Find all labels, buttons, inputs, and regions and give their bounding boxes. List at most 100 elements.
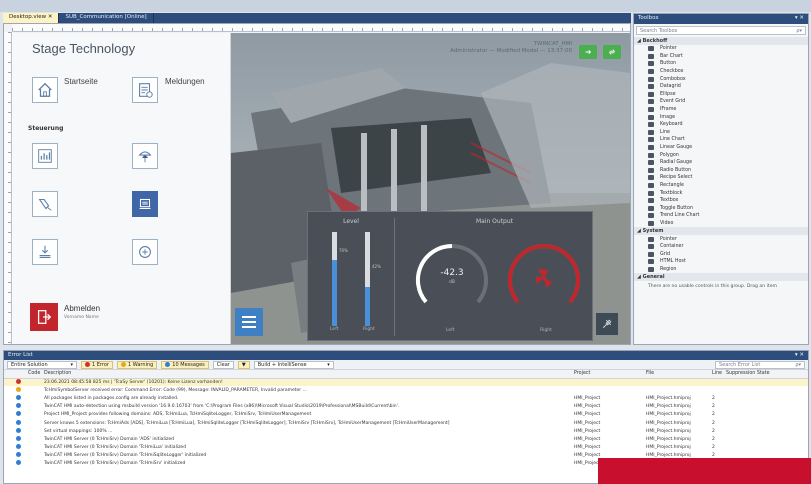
home-icon[interactable] <box>32 77 58 103</box>
toolbox-item-label: Toggle Button <box>660 205 694 211</box>
control-icon <box>648 145 654 151</box>
warnings-count: 1 Warning <box>127 361 154 368</box>
nav-label-startseite[interactable]: Startseite <box>64 77 98 86</box>
nav-label-meldungen[interactable]: Meldungen <box>165 77 205 86</box>
error-list-search-input[interactable]: Search Error List ρ▾ <box>715 360 805 369</box>
warnings-filter-button[interactable]: 1 Warning <box>116 360 158 369</box>
cell-code <box>26 444 42 452</box>
error-icon <box>85 362 90 367</box>
toolbox-item[interactable]: Recipe Select <box>634 174 808 182</box>
table-row[interactable]: TcHmiSymbolServer received error: Comman… <box>4 386 808 394</box>
toolbox-item[interactable]: Video <box>634 220 808 228</box>
toolbox-window-controls[interactable]: ▾ ✕ <box>795 15 804 23</box>
toolbox-item[interactable]: Bar Chart <box>634 53 808 61</box>
hamburger-menu-button[interactable] <box>235 308 263 336</box>
toolbox-item[interactable]: Checkbox <box>634 68 808 76</box>
level-value-left: 70% <box>339 248 348 253</box>
toolbox-item[interactable]: Button <box>634 60 808 68</box>
stage-machinery-icon[interactable] <box>132 191 158 217</box>
warning-icon <box>16 386 21 392</box>
toolbox-item-label: Line Chart <box>660 137 685 143</box>
error-list-window-controls[interactable]: ▾ ✕ <box>795 352 804 359</box>
section-label-steuerung: Steuerung <box>28 125 64 132</box>
sync-button[interactable] <box>603 45 621 59</box>
toolbox-item-label: Video <box>660 220 674 226</box>
control-icon <box>648 167 654 173</box>
toolbox-item[interactable]: Grid <box>634 250 808 258</box>
row-type-cell <box>4 435 26 443</box>
table-row[interactable]: All packages listed in packages.config a… <box>4 394 808 402</box>
toolbox-item[interactable]: Radio Button <box>634 167 808 175</box>
column-header[interactable]: File <box>644 370 710 379</box>
toolbox-item[interactable]: Container <box>634 243 808 251</box>
table-row[interactable]: 23.06.2021 08:45:58 825 ms | 'TcaSy Serv… <box>4 378 808 387</box>
column-header[interactable] <box>4 370 26 379</box>
toolbox-item[interactable]: IFrame <box>634 106 808 114</box>
level-bar-right[interactable] <box>365 232 370 326</box>
toolbox-item[interactable]: Linear Gauge <box>634 144 808 152</box>
toolbox-group-header[interactable]: ◢ System <box>634 227 808 236</box>
toolbox-search-input[interactable]: Search Toolbox ρ▾ <box>636 26 806 35</box>
errors-filter-button[interactable]: 1 Error <box>81 360 113 369</box>
toolbox-item[interactable]: Keyboard <box>634 121 808 129</box>
table-row[interactable]: Project HMI_Project provides following d… <box>4 411 808 419</box>
filter-icon[interactable]: ▼ <box>237 360 250 369</box>
toolbox-item[interactable]: Region <box>634 266 808 274</box>
scope-dropdown[interactable]: Entire Solution ▾ <box>7 360 77 369</box>
toolbox-item[interactable]: Ellipse <box>634 91 808 99</box>
toolbox-item[interactable]: Line Chart <box>634 136 808 144</box>
toolbox-item[interactable]: Combobox <box>634 75 808 83</box>
lift-icon[interactable] <box>32 239 58 265</box>
row-type-cell <box>4 411 26 419</box>
toolbox-item[interactable]: Event Grid <box>634 98 808 106</box>
audio-icon[interactable] <box>132 239 158 265</box>
table-row[interactable]: Set virtual mappings: 100% ... HMI_Projec… <box>4 427 808 435</box>
tab-desktop-view[interactable]: Desktop.view ✕ <box>3 13 60 23</box>
toolbox-item[interactable]: Polygon <box>634 151 808 159</box>
toolbox-item[interactable]: Datagrid <box>634 83 808 91</box>
toolbox-item[interactable]: Pointer <box>634 235 808 243</box>
control-icon <box>648 182 654 188</box>
messages-icon[interactable] <box>132 77 158 103</box>
messages-filter-button[interactable]: 10 Messages <box>161 360 209 369</box>
control-icon <box>648 137 654 143</box>
column-header[interactable]: Code <box>26 370 42 379</box>
column-header[interactable]: Line <box>710 370 724 379</box>
build-filter-dropdown[interactable]: Build + IntelliSense ▾ <box>253 360 334 369</box>
column-header[interactable]: Description <box>42 370 572 379</box>
toolbox-item[interactable]: Radial Gauge <box>634 159 808 167</box>
info-icon <box>16 435 21 441</box>
table-row[interactable]: TwinCAT HMI auto-detection using msbuild… <box>4 403 808 411</box>
toolbox-group-header[interactable]: ◢ Beckhoff <box>634 37 808 45</box>
table-row[interactable]: TwinCAT HMI Server (0 TcHmiSrv) Domain '… <box>4 444 808 452</box>
light-fixture-icon[interactable] <box>32 191 58 217</box>
left-gauge-unit: dB <box>449 280 455 285</box>
connect-button[interactable] <box>579 45 597 59</box>
clear-button[interactable]: Clear <box>212 360 234 369</box>
level-bar-left[interactable] <box>332 232 337 326</box>
spotlight-icon[interactable] <box>132 143 158 169</box>
logout-icon[interactable] <box>30 303 58 331</box>
tools-icon[interactable] <box>596 313 618 335</box>
toolbox-group-header[interactable]: ◢ General <box>634 273 808 282</box>
table-row[interactable]: Server knows 5 extensions: TcHmiAds [ADS… <box>4 419 808 427</box>
table-row[interactable]: TwinCAT HMI Server (0 TcHmiSrv) Domain '… <box>4 435 808 443</box>
link-icon <box>585 50 592 54</box>
toolbox-item[interactable]: Line <box>634 129 808 137</box>
control-icon <box>648 190 654 196</box>
toolbox-item[interactable]: Trend Line Chart <box>634 212 808 220</box>
chart-control-icon[interactable] <box>32 143 58 169</box>
toolbox-item[interactable]: Pointer <box>634 45 808 53</box>
toolbox-item[interactable]: Textbox <box>634 197 808 205</box>
logout-label[interactable]: Abmelden <box>64 304 100 313</box>
toolbox-item[interactable]: HTML Host <box>634 258 808 266</box>
cell-desc: 23.06.2021 08:45:58 825 ms | 'TcaSy Serv… <box>42 378 572 387</box>
column-header[interactable]: Suppression State <box>724 370 808 379</box>
toolbox-item[interactable]: Rectangle <box>634 182 808 190</box>
column-header[interactable]: Project <box>572 370 644 379</box>
row-type-cell <box>4 394 26 402</box>
toolbox-item[interactable]: Textblock <box>634 189 808 197</box>
toolbox-item[interactable]: Toggle Button <box>634 204 808 212</box>
toolbox-item[interactable]: Image <box>634 113 808 121</box>
tab-sub-communication[interactable]: SUB_Communication [Online] <box>59 13 154 23</box>
